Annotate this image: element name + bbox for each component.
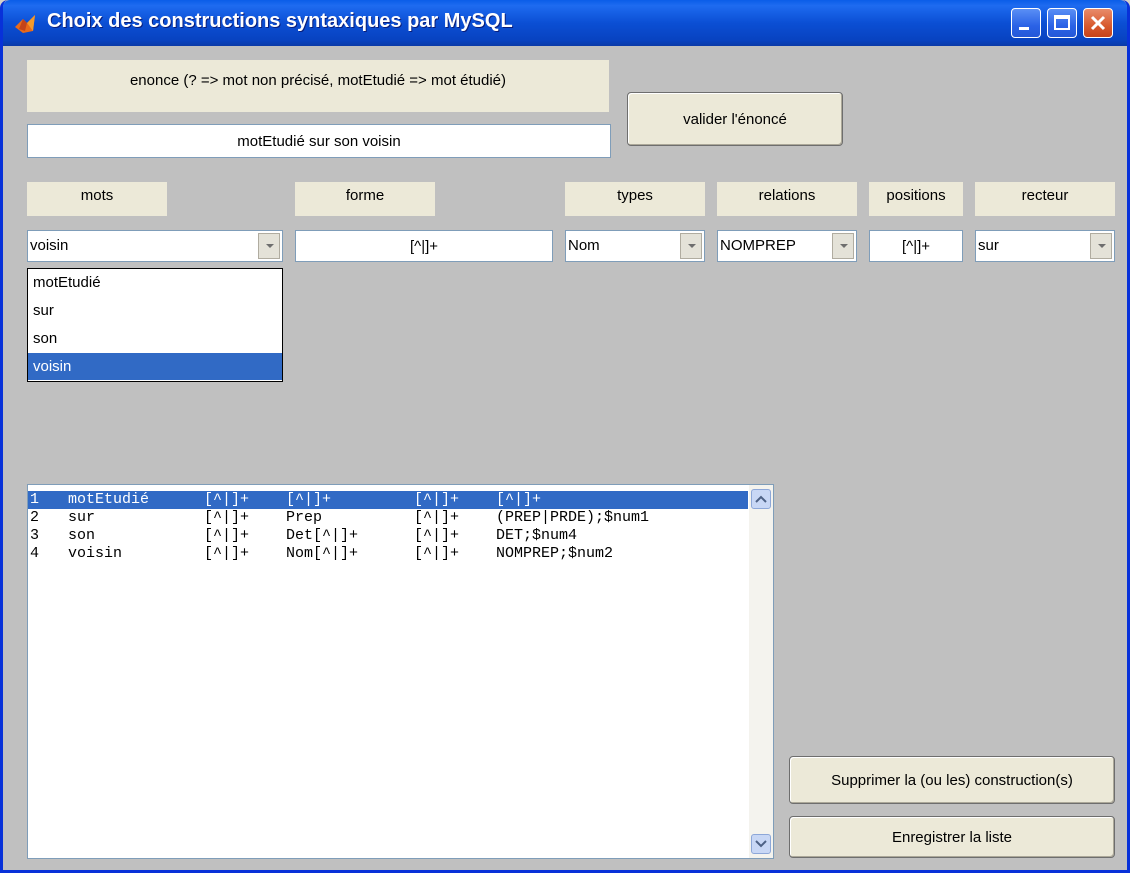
statement-value: motEtudié sur son voisin [237, 132, 401, 150]
statement-label: enonce (? => mot non précisé, motEtudié … [27, 60, 609, 112]
list-item[interactable]: 1 motEtudié [^|]+ [^|]+ [^|]+ [^|]+ [28, 491, 748, 509]
chevron-down-icon[interactable] [258, 233, 280, 259]
dropdown-option[interactable]: motEtudié [28, 269, 282, 296]
statement-input[interactable]: motEtudié sur son voisin [27, 124, 611, 158]
row-index: 4 [30, 545, 40, 562]
row-relation: NOMPREP;$num2 [496, 545, 614, 562]
app-window: Choix des constructions syntaxiques par … [0, 0, 1130, 873]
row-index: 1 [30, 491, 40, 508]
scroll-down-button[interactable] [751, 834, 771, 854]
close-button[interactable] [1083, 8, 1113, 38]
row-type: [^|]+ [286, 491, 332, 508]
forme-input[interactable]: [^|]+ [295, 230, 553, 262]
row-word: voisin [68, 545, 123, 562]
column-label-forme: forme [295, 182, 435, 216]
column-label-mots: mots [27, 182, 167, 216]
row-position: [^|]+ [414, 491, 460, 508]
row-word: son [68, 527, 96, 544]
column-label-recteur: recteur [975, 182, 1115, 216]
listbox-scrollbar[interactable] [749, 485, 773, 858]
minimize-button[interactable] [1011, 8, 1041, 38]
matlab-logo-icon [15, 15, 35, 33]
row-index: 2 [30, 509, 40, 526]
row-position: [^|]+ [414, 509, 460, 526]
row-form: [^|]+ [204, 509, 250, 526]
row-type: Det[^|]+ [286, 527, 359, 544]
positions-value: [^|]+ [901, 237, 931, 255]
constructions-listbox[interactable]: 1 motEtudié [^|]+ [^|]+ [^|]+ [^|]+ 2 su… [27, 484, 774, 859]
dropdown-option[interactable]: son [28, 325, 282, 352]
mots-select-value: voisin [30, 237, 69, 254]
row-index: 3 [30, 527, 40, 544]
recteur-select-value: sur [978, 237, 999, 254]
window-title: Choix des constructions syntaxiques par … [47, 10, 513, 32]
list-item[interactable]: 4 voisin [^|]+ Nom[^|]+ [^|]+ NOMPREP;$n… [28, 545, 748, 563]
chevron-down-icon[interactable] [1090, 233, 1112, 259]
row-relation: DET;$num4 [496, 527, 578, 544]
row-type: Prep [286, 509, 323, 526]
chevron-down-icon [755, 840, 767, 848]
validate-statement-button[interactable]: valider l'énoncé [627, 92, 843, 146]
save-list-button[interactable]: Enregistrer la liste [789, 816, 1115, 858]
dropdown-option[interactable]: sur [28, 297, 282, 324]
relations-select-value: NOMPREP [720, 237, 796, 254]
scroll-up-button[interactable] [751, 489, 771, 509]
relations-select[interactable]: NOMPREP [717, 230, 857, 262]
chevron-up-icon [755, 495, 767, 503]
row-form: [^|]+ [204, 545, 250, 562]
close-icon [1090, 15, 1106, 31]
delete-constructions-button[interactable]: Supprimer la (ou les) construction(s) [789, 756, 1115, 804]
title-bar[interactable]: Choix des constructions syntaxiques par … [3, 0, 1127, 46]
row-word: motEtudié [68, 491, 150, 508]
list-item[interactable]: 3 son [^|]+ Det[^|]+ [^|]+ DET;$num4 [28, 527, 748, 545]
minimize-icon [1019, 27, 1029, 30]
row-word: sur [68, 509, 96, 526]
row-form: [^|]+ [204, 527, 250, 544]
row-form: [^|]+ [204, 491, 250, 508]
row-relation: (PREP|PRDE);$num1 [496, 509, 650, 526]
maximize-icon [1054, 15, 1070, 30]
row-relation: [^|]+ [496, 491, 542, 508]
mots-select[interactable]: voisin [27, 230, 283, 262]
column-label-positions: positions [869, 182, 963, 216]
mots-dropdown-list: motEtudié sur son voisin [27, 268, 283, 382]
types-select-value: Nom [568, 237, 600, 254]
column-label-types: types [565, 182, 705, 216]
row-position: [^|]+ [414, 527, 460, 544]
row-position: [^|]+ [414, 545, 460, 562]
chevron-down-icon[interactable] [680, 233, 702, 259]
types-select[interactable]: Nom [565, 230, 705, 262]
positions-input[interactable]: [^|]+ [869, 230, 963, 262]
chevron-down-icon[interactable] [832, 233, 854, 259]
maximize-button[interactable] [1047, 8, 1077, 38]
column-label-relations: relations [717, 182, 857, 216]
list-item[interactable]: 2 sur [^|]+ Prep [^|]+ (PREP|PRDE);$num1 [28, 509, 748, 527]
dropdown-option-selected[interactable]: voisin [28, 353, 282, 380]
recteur-select[interactable]: sur [975, 230, 1115, 262]
forme-value: [^|]+ [409, 237, 439, 255]
row-type: Nom[^|]+ [286, 545, 359, 562]
